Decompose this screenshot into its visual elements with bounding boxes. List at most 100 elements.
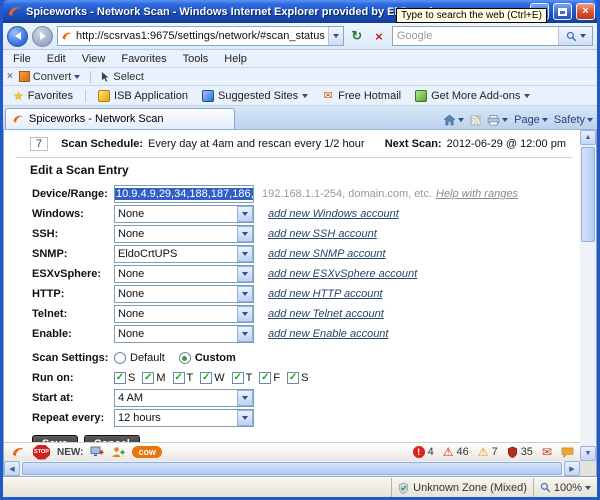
cancel-button[interactable]: Cancel <box>83 435 140 442</box>
address-dropdown-button[interactable] <box>327 27 343 45</box>
chevron-down-icon[interactable] <box>237 326 253 342</box>
chevron-down-icon[interactable] <box>237 206 253 222</box>
device-range-label: Device/Range: <box>32 188 108 200</box>
enable-account-select[interactable]: None <box>114 325 254 343</box>
save-button[interactable]: Save <box>32 435 78 442</box>
http-account-row: HTTP: None add new HTTP account <box>32 284 572 304</box>
tab-spiceworks-network-scan[interactable]: Spiceworks - Network Scan <box>5 108 235 129</box>
add-esxvsphere-account-link[interactable]: add new ESXvSphere account <box>268 268 417 280</box>
day-sunday-checkbox[interactable] <box>114 372 126 384</box>
search-box[interactable]: Google <box>391 26 593 46</box>
alerts-counter[interactable]: ! 4 <box>412 446 434 458</box>
chevron-down-icon[interactable] <box>237 246 253 262</box>
refresh-button[interactable]: ↻ <box>348 26 366 46</box>
scroll-up-button[interactable]: ▲ <box>580 130 596 145</box>
favorites-button[interactable]: ★ Favorites <box>7 88 79 104</box>
add-enable-account-link[interactable]: add new Enable account <box>268 328 388 340</box>
shield-counter[interactable]: 35 <box>507 446 533 458</box>
snmp-account-select[interactable]: EldoCrtUPS <box>114 245 254 263</box>
add-http-account-link[interactable]: add new HTTP account <box>268 288 383 300</box>
stop-button[interactable]: × <box>370 26 388 46</box>
chevron-down-icon[interactable] <box>237 286 253 302</box>
day-monday-checkbox[interactable] <box>142 372 155 384</box>
chevron-down-icon[interactable] <box>237 266 253 282</box>
day-wednesday-checkbox[interactable] <box>200 372 213 384</box>
zoom-control[interactable]: 100% <box>532 478 597 497</box>
safety-menu-button[interactable]: Safety <box>554 114 593 126</box>
forward-button[interactable] <box>32 25 53 47</box>
menu-edit[interactable]: Edit <box>39 52 74 66</box>
home-button[interactable] <box>443 114 465 126</box>
menu-file[interactable]: File <box>5 52 39 66</box>
device-range-hint: 192.168.1.1-254, domain.com, etc. <box>262 188 432 200</box>
custom-radio[interactable] <box>178 352 191 364</box>
day-thursday-checkbox[interactable] <box>231 372 244 384</box>
start-at-select[interactable]: 4 AM <box>114 389 254 407</box>
favorite-isb-application[interactable]: ISB Application <box>92 89 194 103</box>
add-person-icon[interactable] <box>111 446 125 459</box>
search-input[interactable]: Google <box>397 30 554 42</box>
menu-view[interactable]: View <box>74 52 114 66</box>
add-device-icon[interactable] <box>90 446 104 459</box>
horizontal-scroll-thumb[interactable] <box>22 462 562 475</box>
scan-schedule-row: 7 Scan Schedule: Every day at 4am and re… <box>30 135 572 153</box>
day-saturday-checkbox[interactable] <box>287 372 300 384</box>
cow-badge[interactable]: cow <box>132 446 162 458</box>
add-ssh-account-link[interactable]: add new SSH account <box>268 228 377 240</box>
chat-bubble-icon[interactable] <box>561 447 574 458</box>
chevron-down-icon[interactable] <box>237 306 253 322</box>
close-toolbar-icon[interactable]: × <box>7 71 13 82</box>
stop-sign-icon[interactable]: STOP <box>33 444 50 460</box>
enable-label: Enable: <box>32 328 72 340</box>
menu-help[interactable]: Help <box>216 52 255 66</box>
horizontal-scrollbar[interactable]: ◀ ▶ <box>4 461 580 476</box>
telnet-account-select[interactable]: None <box>114 305 254 323</box>
menu-tools[interactable]: Tools <box>175 52 217 66</box>
windows-account-select[interactable]: None <box>114 205 254 223</box>
convert-button[interactable]: Convert <box>18 71 81 83</box>
zone-label: Unknown Zone (Mixed) <box>413 481 527 494</box>
title-bar[interactable]: Spiceworks - Network Scan - Windows Inte… <box>3 0 597 23</box>
day-friday-checkbox[interactable] <box>259 372 272 384</box>
ssh-account-select[interactable]: None <box>114 225 254 243</box>
url-text[interactable]: http://scsrvas1:9675/settings/network/#s… <box>76 30 325 42</box>
page-menu-button[interactable]: Page <box>514 114 548 126</box>
scroll-left-button[interactable]: ◀ <box>4 461 20 476</box>
page-viewport: 7 Scan Schedule: Every day at 4am and re… <box>3 130 597 477</box>
chevron-down-icon[interactable] <box>237 390 253 406</box>
chevron-down-icon[interactable] <box>237 226 253 242</box>
browser-window: Spiceworks - Network Scan - Windows Inte… <box>0 0 600 500</box>
envelope-icon[interactable]: ✉ <box>542 445 552 459</box>
chevron-down-icon[interactable] <box>237 410 253 426</box>
errors-counter[interactable]: ⚠ 46 <box>443 445 469 459</box>
add-telnet-account-link[interactable]: add new Telnet account <box>268 308 384 320</box>
search-button[interactable] <box>558 27 592 45</box>
favorite-get-more-addons[interactable]: Get More Add-ons <box>409 89 536 103</box>
close-button[interactable]: × <box>576 3 595 20</box>
day-tuesday-checkbox[interactable] <box>172 372 185 384</box>
star-icon: ★ <box>13 88 24 103</box>
feeds-button[interactable] <box>470 114 482 126</box>
address-bar[interactable]: http://scsrvas1:9675/settings/network/#s… <box>57 26 344 46</box>
favorite-suggested-sites[interactable]: Suggested Sites <box>196 89 314 103</box>
scroll-right-button[interactable]: ▶ <box>564 461 580 476</box>
scroll-down-button[interactable]: ▼ <box>580 446 596 461</box>
add-windows-account-link[interactable]: add new Windows account <box>268 208 399 220</box>
vertical-scroll-thumb[interactable] <box>581 147 595 242</box>
esxvsphere-account-select[interactable]: None <box>114 265 254 283</box>
vertical-scrollbar[interactable]: ▲ ▼ <box>580 130 596 461</box>
device-range-input[interactable]: 10.9.4.9,29,34,188,187,186,156,13 <box>114 185 254 203</box>
esxvsphere-label: ESXvSphere: <box>32 268 102 280</box>
add-snmp-account-link[interactable]: add new SNMP account <box>268 248 386 260</box>
maximize-button[interactable] <box>553 3 572 20</box>
print-button[interactable] <box>487 114 509 126</box>
select-button[interactable]: Select <box>101 71 144 83</box>
back-button[interactable] <box>7 25 28 47</box>
help-with-ranges-link[interactable]: Help with ranges <box>436 188 518 200</box>
favorite-free-hotmail[interactable]: ✉ Free Hotmail <box>316 89 407 103</box>
default-radio[interactable] <box>114 352 126 364</box>
menu-favorites[interactable]: Favorites <box>113 52 174 66</box>
repeat-every-select[interactable]: 12 hours <box>114 409 254 427</box>
http-account-select[interactable]: None <box>114 285 254 303</box>
warnings-counter[interactable]: ⚠ 7 <box>478 445 498 459</box>
